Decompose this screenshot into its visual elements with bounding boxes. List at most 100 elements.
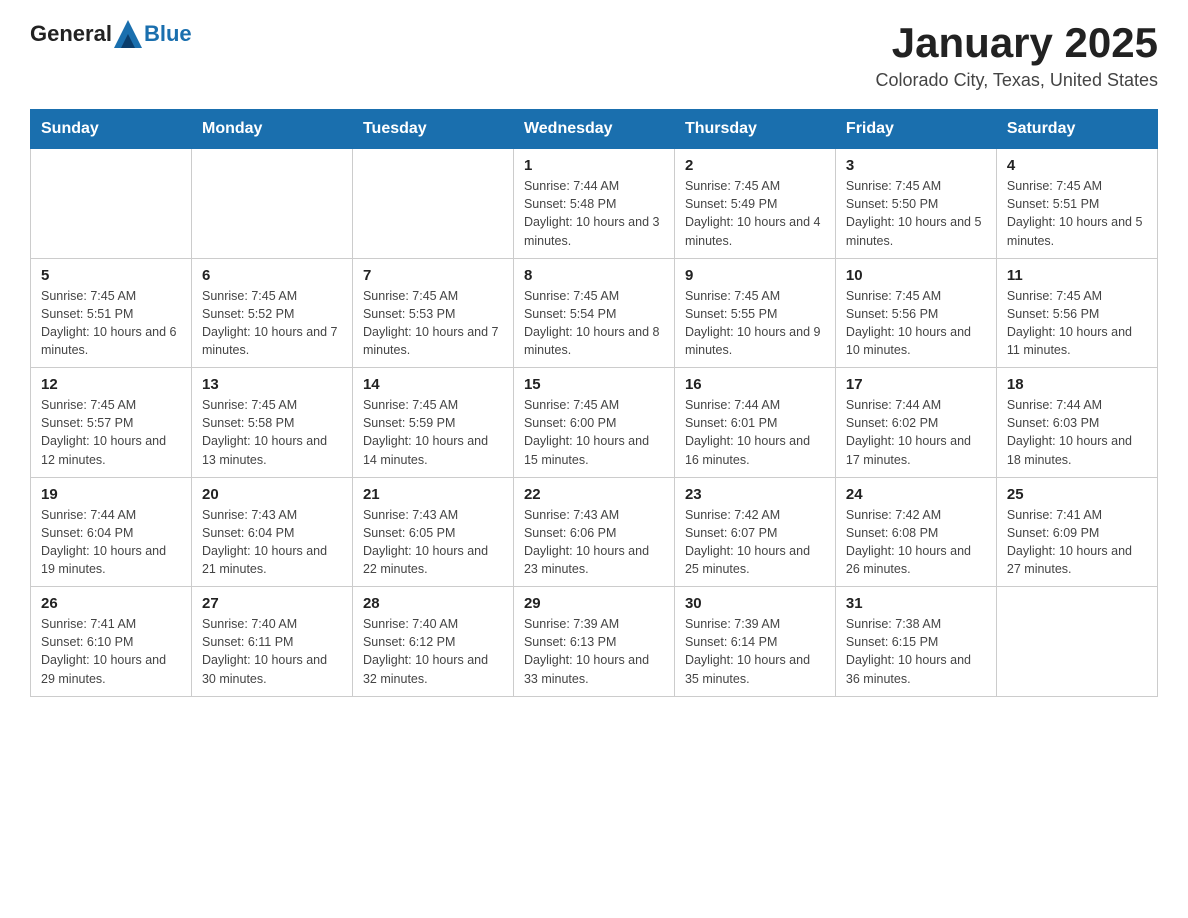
calendar-cell: 27Sunrise: 7:40 AM Sunset: 6:11 PM Dayli… bbox=[191, 587, 352, 697]
calendar-cell bbox=[191, 149, 352, 259]
calendar-cell bbox=[31, 149, 192, 259]
calendar-cell: 4 Sunrise: 7:45 AM Sunset: 5:51 PM Daylig… bbox=[996, 149, 1157, 259]
weekday-header-friday: Friday bbox=[835, 110, 996, 149]
calendar-week-row: 1 Sunrise: 7:44 AM Sunset: 5:48 PM Daylig… bbox=[31, 149, 1158, 259]
day-info: Sunrise: 7:44 AM Sunset: 6:03 PM Dayligh… bbox=[1007, 396, 1147, 469]
calendar-cell: 10 Sunrise: 7:45 AM Sunset: 5:56 PM Dayli… bbox=[835, 258, 996, 368]
day-info: Sunrise: 7:43 AM Sunset: 6:04 PM Dayligh… bbox=[202, 506, 342, 579]
day-info: Sunrise: 7:44 AM Sunset: 6:04 PM Dayligh… bbox=[41, 506, 181, 579]
calendar-cell: 8 Sunrise: 7:45 AM Sunset: 5:54 PM Daylig… bbox=[513, 258, 674, 368]
calendar-cell: 28Sunrise: 7:40 AM Sunset: 6:12 PM Dayli… bbox=[352, 587, 513, 697]
day-number: 31 bbox=[846, 595, 986, 612]
calendar-cell: 19 Sunrise: 7:44 AM Sunset: 6:04 PM Dayli… bbox=[31, 477, 192, 587]
day-number: 16 bbox=[685, 376, 825, 393]
page-header: General Blue January 2025 Colorado City,… bbox=[30, 20, 1158, 91]
logo-icon bbox=[114, 20, 142, 48]
calendar-cell: 5 Sunrise: 7:45 AM Sunset: 5:51 PM Daylig… bbox=[31, 258, 192, 368]
day-info: Sunrise: 7:43 AM Sunset: 6:05 PM Dayligh… bbox=[363, 506, 503, 579]
calendar-week-row: 12Sunrise: 7:45 AM Sunset: 5:57 PM Dayli… bbox=[31, 368, 1158, 478]
weekday-header-tuesday: Tuesday bbox=[352, 110, 513, 149]
calendar-cell: 23 Sunrise: 7:42 AM Sunset: 6:07 PM Dayli… bbox=[674, 477, 835, 587]
month-year-title: January 2025 bbox=[876, 20, 1158, 66]
day-number: 6 bbox=[202, 267, 342, 284]
day-info: Sunrise: 7:45 AM Sunset: 5:49 PM Dayligh… bbox=[685, 177, 825, 250]
calendar-cell: 13Sunrise: 7:45 AM Sunset: 5:58 PM Dayli… bbox=[191, 368, 352, 478]
weekday-header-monday: Monday bbox=[191, 110, 352, 149]
day-number: 10 bbox=[846, 267, 986, 284]
day-number: 29 bbox=[524, 595, 664, 612]
calendar-cell: 20Sunrise: 7:43 AM Sunset: 6:04 PM Dayli… bbox=[191, 477, 352, 587]
calendar-cell: 18 Sunrise: 7:44 AM Sunset: 6:03 PM Dayli… bbox=[996, 368, 1157, 478]
calendar-cell: 16Sunrise: 7:44 AM Sunset: 6:01 PM Dayli… bbox=[674, 368, 835, 478]
calendar-cell: 15Sunrise: 7:45 AM Sunset: 6:00 PM Dayli… bbox=[513, 368, 674, 478]
day-number: 24 bbox=[846, 486, 986, 503]
calendar-cell: 17Sunrise: 7:44 AM Sunset: 6:02 PM Dayli… bbox=[835, 368, 996, 478]
location-subtitle: Colorado City, Texas, United States bbox=[876, 70, 1158, 91]
title-block: January 2025 Colorado City, Texas, Unite… bbox=[876, 20, 1158, 91]
calendar-cell: 29Sunrise: 7:39 AM Sunset: 6:13 PM Dayli… bbox=[513, 587, 674, 697]
day-number: 9 bbox=[685, 267, 825, 284]
day-number: 23 bbox=[685, 486, 825, 503]
day-info: Sunrise: 7:42 AM Sunset: 6:07 PM Dayligh… bbox=[685, 506, 825, 579]
logo: General Blue bbox=[30, 20, 192, 48]
day-info: Sunrise: 7:45 AM Sunset: 5:53 PM Dayligh… bbox=[363, 287, 503, 360]
day-number: 5 bbox=[41, 267, 181, 284]
day-info: Sunrise: 7:45 AM Sunset: 5:52 PM Dayligh… bbox=[202, 287, 342, 360]
day-info: Sunrise: 7:45 AM Sunset: 5:56 PM Dayligh… bbox=[1007, 287, 1147, 360]
weekday-header-sunday: Sunday bbox=[31, 110, 192, 149]
calendar-cell: 22Sunrise: 7:43 AM Sunset: 6:06 PM Dayli… bbox=[513, 477, 674, 587]
calendar-week-row: 26Sunrise: 7:41 AM Sunset: 6:10 PM Dayli… bbox=[31, 587, 1158, 697]
day-number: 25 bbox=[1007, 486, 1147, 503]
day-info: Sunrise: 7:45 AM Sunset: 5:56 PM Dayligh… bbox=[846, 287, 986, 360]
day-number: 28 bbox=[363, 595, 503, 612]
calendar-cell bbox=[352, 149, 513, 259]
day-number: 1 bbox=[524, 157, 664, 174]
calendar-cell: 12Sunrise: 7:45 AM Sunset: 5:57 PM Dayli… bbox=[31, 368, 192, 478]
day-number: 8 bbox=[524, 267, 664, 284]
day-info: Sunrise: 7:44 AM Sunset: 6:02 PM Dayligh… bbox=[846, 396, 986, 469]
day-info: Sunrise: 7:42 AM Sunset: 6:08 PM Dayligh… bbox=[846, 506, 986, 579]
day-number: 19 bbox=[41, 486, 181, 503]
calendar-table: SundayMondayTuesdayWednesdayThursdayFrid… bbox=[30, 109, 1158, 697]
day-info: Sunrise: 7:45 AM Sunset: 5:59 PM Dayligh… bbox=[363, 396, 503, 469]
day-info: Sunrise: 7:41 AM Sunset: 6:09 PM Dayligh… bbox=[1007, 506, 1147, 579]
calendar-cell bbox=[996, 587, 1157, 697]
day-number: 18 bbox=[1007, 376, 1147, 393]
day-info: Sunrise: 7:45 AM Sunset: 5:51 PM Dayligh… bbox=[41, 287, 181, 360]
calendar-cell: 21Sunrise: 7:43 AM Sunset: 6:05 PM Dayli… bbox=[352, 477, 513, 587]
calendar-cell: 6 Sunrise: 7:45 AM Sunset: 5:52 PM Daylig… bbox=[191, 258, 352, 368]
calendar-cell: 31 Sunrise: 7:38 AM Sunset: 6:15 PM Dayli… bbox=[835, 587, 996, 697]
day-info: Sunrise: 7:44 AM Sunset: 5:48 PM Dayligh… bbox=[524, 177, 664, 250]
day-number: 2 bbox=[685, 157, 825, 174]
day-number: 3 bbox=[846, 157, 986, 174]
day-info: Sunrise: 7:45 AM Sunset: 5:54 PM Dayligh… bbox=[524, 287, 664, 360]
day-info: Sunrise: 7:38 AM Sunset: 6:15 PM Dayligh… bbox=[846, 615, 986, 688]
day-info: Sunrise: 7:45 AM Sunset: 5:50 PM Dayligh… bbox=[846, 177, 986, 250]
day-info: Sunrise: 7:45 AM Sunset: 5:55 PM Dayligh… bbox=[685, 287, 825, 360]
weekday-header-thursday: Thursday bbox=[674, 110, 835, 149]
day-number: 4 bbox=[1007, 157, 1147, 174]
day-info: Sunrise: 7:39 AM Sunset: 6:14 PM Dayligh… bbox=[685, 615, 825, 688]
calendar-cell: 30 Sunrise: 7:39 AM Sunset: 6:14 PM Dayli… bbox=[674, 587, 835, 697]
day-number: 13 bbox=[202, 376, 342, 393]
calendar-week-row: 19 Sunrise: 7:44 AM Sunset: 6:04 PM Dayli… bbox=[31, 477, 1158, 587]
day-info: Sunrise: 7:45 AM Sunset: 5:51 PM Dayligh… bbox=[1007, 177, 1147, 250]
day-number: 30 bbox=[685, 595, 825, 612]
calendar-cell: 25 Sunrise: 7:41 AM Sunset: 6:09 PM Dayli… bbox=[996, 477, 1157, 587]
logo-general-text: General bbox=[30, 21, 112, 47]
calendar-cell: 9 Sunrise: 7:45 AM Sunset: 5:55 PM Daylig… bbox=[674, 258, 835, 368]
weekday-header-row: SundayMondayTuesdayWednesdayThursdayFrid… bbox=[31, 110, 1158, 149]
day-number: 14 bbox=[363, 376, 503, 393]
weekday-header-saturday: Saturday bbox=[996, 110, 1157, 149]
day-number: 11 bbox=[1007, 267, 1147, 284]
day-number: 27 bbox=[202, 595, 342, 612]
logo-blue-text: Blue bbox=[144, 21, 192, 47]
calendar-cell: 1 Sunrise: 7:44 AM Sunset: 5:48 PM Daylig… bbox=[513, 149, 674, 259]
calendar-cell: 2 Sunrise: 7:45 AM Sunset: 5:49 PM Daylig… bbox=[674, 149, 835, 259]
day-number: 15 bbox=[524, 376, 664, 393]
calendar-cell: 7 Sunrise: 7:45 AM Sunset: 5:53 PM Daylig… bbox=[352, 258, 513, 368]
calendar-cell: 26Sunrise: 7:41 AM Sunset: 6:10 PM Dayli… bbox=[31, 587, 192, 697]
calendar-cell: 14 Sunrise: 7:45 AM Sunset: 5:59 PM Dayli… bbox=[352, 368, 513, 478]
day-info: Sunrise: 7:43 AM Sunset: 6:06 PM Dayligh… bbox=[524, 506, 664, 579]
day-number: 7 bbox=[363, 267, 503, 284]
